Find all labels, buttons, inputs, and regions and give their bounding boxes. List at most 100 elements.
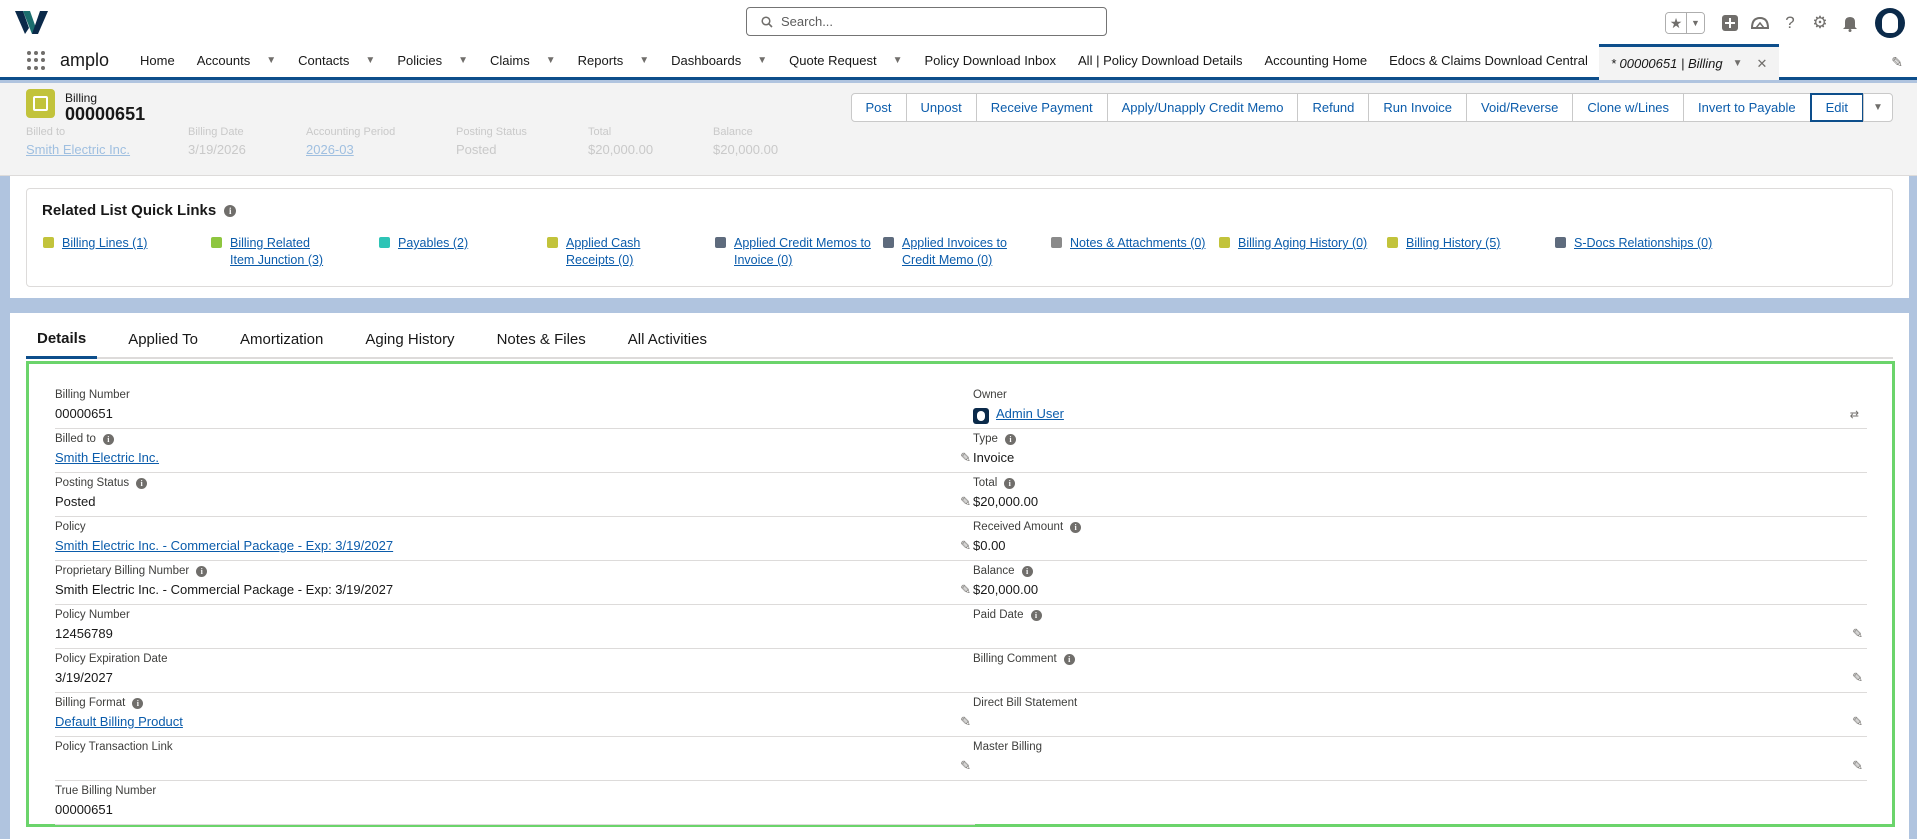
edit-pencil-icon[interactable]: ✎ [960, 714, 971, 730]
chevron-down-icon[interactable]: ▼ [757, 55, 767, 66]
unpost-button[interactable]: Unpost [905, 93, 977, 122]
close-tab-icon[interactable]: ✕ [1757, 56, 1768, 72]
quick-link-applied-invoices[interactable]: Applied Invoices to Credit Memo (0) [883, 235, 1013, 269]
void-reverse-button[interactable]: Void/Reverse [1466, 93, 1574, 122]
billing-object-icon [26, 89, 55, 118]
highlights-panel: Billed to Smith Electric Inc. Billing Da… [26, 126, 833, 157]
edit-pencil-icon[interactable]: ✎ [960, 494, 971, 510]
quick-link-s-docs-relationships[interactable]: S-Docs Relationships (0) [1555, 235, 1735, 252]
trailhead-guidance-icon[interactable] [1749, 12, 1771, 34]
nav-item-edocs-claims[interactable]: Edocs & Claims Download Central [1378, 44, 1599, 77]
info-icon[interactable]: i [196, 565, 208, 577]
nav-item-contacts[interactable]: Contacts ▼ [287, 44, 386, 77]
quick-links-container: Related List Quick Links i Billing Lines… [26, 188, 1893, 287]
info-icon[interactable]: i [1063, 653, 1075, 665]
quick-link-applied-credit-memos[interactable]: Applied Credit Memos to Invoice (0) [715, 235, 875, 269]
nav-item-policies[interactable]: Policies ▼ [386, 44, 479, 77]
edit-pencil-icon[interactable]: ✎ [1852, 714, 1863, 730]
quick-link-billing-related-item-junction[interactable]: Billing Related Item Junction (3) [211, 235, 331, 269]
nav-item-dashboards[interactable]: Dashboards ▼ [660, 44, 778, 77]
app-launcher-icon[interactable] [27, 50, 47, 71]
quick-link-payables[interactable]: Payables (2) [379, 235, 529, 252]
more-actions-chevron-icon[interactable]: ▼ [1863, 93, 1893, 122]
edit-pencil-icon[interactable]: ✎ [960, 538, 971, 554]
tab-amortization[interactable]: Amortization [219, 331, 344, 357]
nav-item-claims[interactable]: Claims ▼ [479, 44, 567, 77]
tab-notes-files[interactable]: Notes & Files [476, 331, 607, 357]
chevron-down-icon[interactable]: ▼ [1733, 58, 1743, 69]
tab-all-activities[interactable]: All Activities [607, 331, 728, 357]
invert-to-payable-button[interactable]: Invert to Payable [1683, 93, 1811, 122]
chevron-down-icon[interactable]: ▼ [546, 55, 556, 66]
field-proprietary-billing-number: Proprietary Billing Number i Smith Electr… [55, 561, 975, 605]
quick-link-billing-lines[interactable]: Billing Lines (1) [43, 235, 193, 252]
refund-button[interactable]: Refund [1297, 93, 1370, 122]
nav-item-reports[interactable]: Reports ▼ [567, 44, 660, 77]
field-billing-format: Billing Format i Default Billing Product … [55, 693, 975, 737]
chevron-down-icon[interactable]: ▼ [639, 55, 649, 66]
chevron-down-icon[interactable]: ▼ [458, 55, 468, 66]
billed-to-link[interactable]: Smith Electric Inc. [55, 450, 159, 465]
highlight-billed-to-link[interactable]: Smith Electric Inc. [26, 142, 188, 157]
applied-cash-receipts-icon [547, 237, 558, 248]
info-icon[interactable]: i [102, 433, 114, 445]
field-billing-number: Billing Number 00000651 [55, 385, 975, 429]
tab-applied-to[interactable]: Applied To [107, 331, 219, 357]
billing-aging-history-icon [1219, 237, 1230, 248]
chevron-down-icon[interactable]: ▼ [893, 55, 903, 66]
apply-unapply-credit-memo-button[interactable]: Apply/Unapply Credit Memo [1106, 93, 1299, 122]
clone-with-lines-button[interactable]: Clone w/Lines [1572, 93, 1685, 122]
info-icon[interactable]: i [1004, 433, 1016, 445]
nav-item-quote-request[interactable]: Quote Request ▼ [778, 44, 913, 77]
quick-link-billing-aging-history[interactable]: Billing Aging History (0) [1219, 235, 1389, 252]
applied-credit-memos-icon [715, 237, 726, 248]
chevron-down-icon[interactable]: ▼ [365, 55, 375, 66]
quick-link-notes-attachments[interactable]: Notes & Attachments (0) [1051, 235, 1221, 252]
amplo-logo[interactable] [14, 8, 50, 36]
billing-format-link[interactable]: Default Billing Product [55, 714, 183, 729]
nav-item-policy-download-inbox[interactable]: Policy Download Inbox [913, 44, 1067, 77]
info-icon[interactable]: i [1030, 609, 1042, 621]
related-list-quick-links-card: Related List Quick Links i Billing Lines… [10, 176, 1909, 298]
edit-pencil-icon[interactable]: ✎ [960, 450, 971, 466]
nav-item-accounts[interactable]: Accounts ▼ [186, 44, 287, 77]
global-search[interactable]: Search... [746, 7, 1107, 36]
tab-details[interactable]: Details [26, 330, 98, 359]
favorites-menu-chevron-icon[interactable]: ▼ [1686, 13, 1704, 33]
edit-pencil-icon[interactable]: ✎ [1852, 670, 1863, 686]
owner-link[interactable]: Admin User [996, 406, 1064, 421]
favorite-star-icon[interactable]: ★ [1666, 13, 1686, 33]
nav-item-policy-download-details[interactable]: All | Policy Download Details [1067, 44, 1254, 77]
edit-nav-pencil-icon[interactable]: ✎ [1891, 54, 1903, 71]
receive-payment-button[interactable]: Receive Payment [975, 93, 1108, 122]
post-button[interactable]: Post [850, 93, 907, 122]
highlight-accounting-period-link[interactable]: 2026-03 [306, 142, 456, 157]
info-icon[interactable]: i [1004, 477, 1016, 489]
edit-pencil-icon[interactable]: ✎ [1852, 758, 1863, 774]
edit-button[interactable]: Edit [1809, 93, 1864, 122]
setup-gear-icon[interactable]: ⚙ [1809, 12, 1831, 34]
info-icon[interactable]: i [1070, 521, 1082, 533]
info-icon[interactable]: i [224, 204, 237, 217]
notifications-bell-icon[interactable] [1839, 12, 1861, 34]
info-icon[interactable]: i [132, 697, 144, 709]
tab-aging-history[interactable]: Aging History [344, 331, 475, 357]
policy-link[interactable]: Smith Electric Inc. - Commercial Package… [55, 538, 393, 553]
run-invoice-button[interactable]: Run Invoice [1368, 93, 1468, 122]
global-actions-plus-icon[interactable] [1719, 12, 1741, 34]
quick-link-billing-history[interactable]: Billing History (5) [1387, 235, 1537, 252]
help-icon[interactable]: ? [1779, 12, 1801, 34]
nav-item-accounting-home[interactable]: Accounting Home [1254, 44, 1379, 77]
user-avatar[interactable] [1875, 8, 1905, 38]
edit-pencil-icon[interactable]: ✎ [1852, 626, 1863, 642]
edit-pencil-icon[interactable]: ✎ [960, 582, 971, 598]
info-icon[interactable]: i [1021, 565, 1033, 577]
change-owner-icon[interactable]: ⇄ [1850, 408, 1859, 421]
tab-active-billing-record[interactable]: * 00000651 | Billing ▼ ✕ [1598, 44, 1780, 80]
edit-pencil-icon[interactable]: ✎ [960, 758, 971, 774]
nav-item-home[interactable]: Home [129, 44, 186, 77]
payables-icon [379, 237, 390, 248]
chevron-down-icon[interactable]: ▼ [266, 55, 276, 66]
quick-link-applied-cash-receipts[interactable]: Applied Cash Receipts (0) [547, 235, 642, 269]
info-icon[interactable]: i [136, 477, 148, 489]
